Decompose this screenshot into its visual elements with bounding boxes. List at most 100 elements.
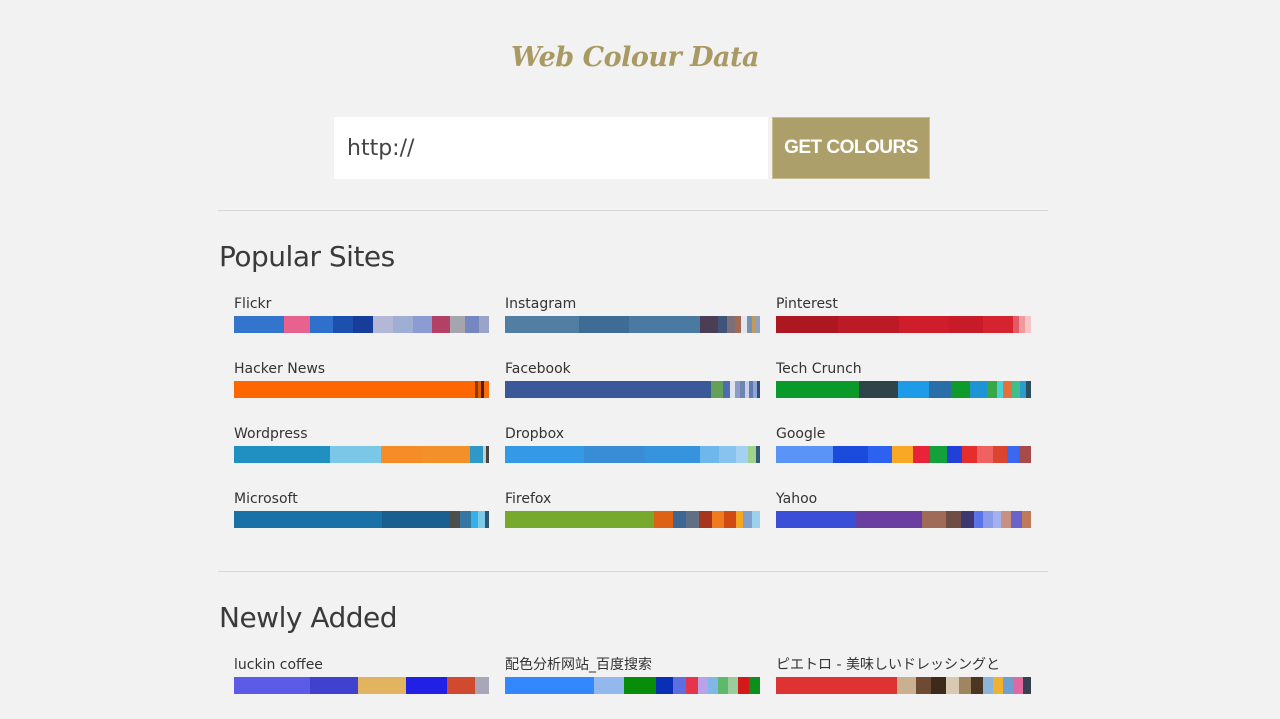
site-card-instagram[interactable]: Instagram <box>505 295 760 333</box>
colour-swatch <box>470 511 478 528</box>
newly-added-heading: Newly Added <box>219 601 398 634</box>
colour-swatch <box>584 446 645 463</box>
colour-bar <box>776 677 1031 694</box>
colour-bar <box>776 316 1031 333</box>
colour-swatch <box>673 677 686 694</box>
colour-swatch <box>756 446 760 463</box>
colour-swatch <box>912 446 930 463</box>
colour-swatch <box>685 511 700 528</box>
colour-swatch <box>1025 316 1031 333</box>
colour-swatch <box>757 381 760 398</box>
site-name: 配色分析网站_百度搜索 <box>505 657 652 673</box>
site-card-hacker-news[interactable]: Hacker News <box>234 360 489 398</box>
colour-swatch <box>686 677 698 694</box>
colour-bar <box>505 511 760 528</box>
site-card-dropbox[interactable]: Dropbox <box>505 425 760 463</box>
colour-swatch <box>898 381 929 398</box>
colour-swatch <box>234 511 382 528</box>
colour-swatch <box>578 316 629 333</box>
divider <box>218 210 1048 211</box>
colour-swatch <box>776 511 857 528</box>
colour-swatch <box>945 511 962 528</box>
colour-swatch <box>431 316 450 333</box>
site-card-firefox[interactable]: Firefox <box>505 490 760 528</box>
colour-swatch <box>728 677 738 694</box>
site-card-luckin-coffee[interactable]: luckin coffee <box>234 656 489 694</box>
site-card-tech-crunch[interactable]: Tech Crunch <box>776 360 1031 398</box>
colour-swatch <box>449 316 465 333</box>
colour-swatch <box>698 677 708 694</box>
colour-swatch <box>992 677 1003 694</box>
colour-swatch <box>915 677 931 694</box>
site-card-pinterest[interactable]: Pinterest <box>776 295 1031 333</box>
site-card-pietro[interactable]: ピエトロ - 美味しいドレッシングと <box>776 656 1031 694</box>
colour-swatch <box>743 511 752 528</box>
site-name: Instagram <box>505 296 577 312</box>
colour-swatch <box>749 677 760 694</box>
site-name: luckin coffee <box>234 657 323 673</box>
colour-swatch <box>624 677 656 694</box>
colour-swatch <box>699 511 712 528</box>
colour-swatch <box>719 446 736 463</box>
colour-swatch <box>309 316 333 333</box>
site-card-yahoo[interactable]: Yahoo <box>776 490 1032 528</box>
colour-swatch <box>1006 446 1019 463</box>
site-logo[interactable]: Web Colour Data <box>0 42 1270 73</box>
colour-swatch <box>484 381 489 398</box>
colour-swatch <box>284 316 310 333</box>
colour-swatch <box>711 511 725 528</box>
colour-swatch <box>1000 511 1012 528</box>
site-card-wordpress[interactable]: Wordpress <box>234 425 489 463</box>
divider <box>218 571 1048 572</box>
colour-bar <box>776 446 1031 463</box>
colour-swatch <box>711 381 723 398</box>
colour-swatch <box>1021 511 1032 528</box>
get-colours-button[interactable]: GET COLOURS <box>772 117 930 179</box>
site-card-microsoft[interactable]: Microsoft <box>234 490 490 528</box>
colour-swatch <box>897 677 916 694</box>
colour-bar <box>234 316 489 333</box>
colour-swatch <box>983 511 993 528</box>
colour-swatch <box>726 316 735 333</box>
colour-swatch <box>381 511 451 528</box>
colour-swatch <box>947 446 963 463</box>
colour-swatch <box>656 677 673 694</box>
site-name: Hacker News <box>234 361 326 377</box>
colour-swatch <box>832 446 869 463</box>
colour-swatch <box>959 677 972 694</box>
colour-swatch <box>234 677 310 694</box>
colour-swatch <box>735 511 744 528</box>
colour-swatch <box>654 511 673 528</box>
colour-swatch <box>422 446 470 463</box>
colour-swatch <box>700 446 719 463</box>
colour-bar <box>234 381 489 398</box>
colour-swatch <box>983 316 1013 333</box>
colour-swatch <box>406 677 447 694</box>
url-input[interactable] <box>334 117 768 179</box>
colour-swatch <box>858 381 899 398</box>
colour-swatch <box>373 316 394 333</box>
colour-bar <box>776 511 1032 528</box>
colour-swatch <box>381 446 422 463</box>
colour-swatch <box>723 381 730 398</box>
colour-swatch <box>477 511 485 528</box>
url-search-form: GET COLOURS <box>334 117 930 179</box>
colour-swatch <box>699 316 718 333</box>
site-name: Facebook <box>505 361 571 377</box>
colour-bar <box>505 446 760 463</box>
colour-swatch <box>856 511 922 528</box>
colour-swatch <box>352 316 374 333</box>
colour-swatch <box>748 446 756 463</box>
site-card-google[interactable]: Google <box>776 425 1031 463</box>
site-card-facebook[interactable]: Facebook <box>505 360 760 398</box>
colour-swatch <box>776 677 898 694</box>
colour-swatch <box>718 677 728 694</box>
site-card-baidu-search[interactable]: 配色分析网站_百度搜索 <box>505 656 760 694</box>
colour-swatch <box>478 316 489 333</box>
site-card-flickr[interactable]: Flickr <box>234 295 489 333</box>
colour-swatch <box>628 316 700 333</box>
colour-swatch <box>951 381 970 398</box>
site-name: Wordpress <box>234 426 308 442</box>
colour-swatch <box>234 381 475 398</box>
colour-swatch <box>949 316 983 333</box>
